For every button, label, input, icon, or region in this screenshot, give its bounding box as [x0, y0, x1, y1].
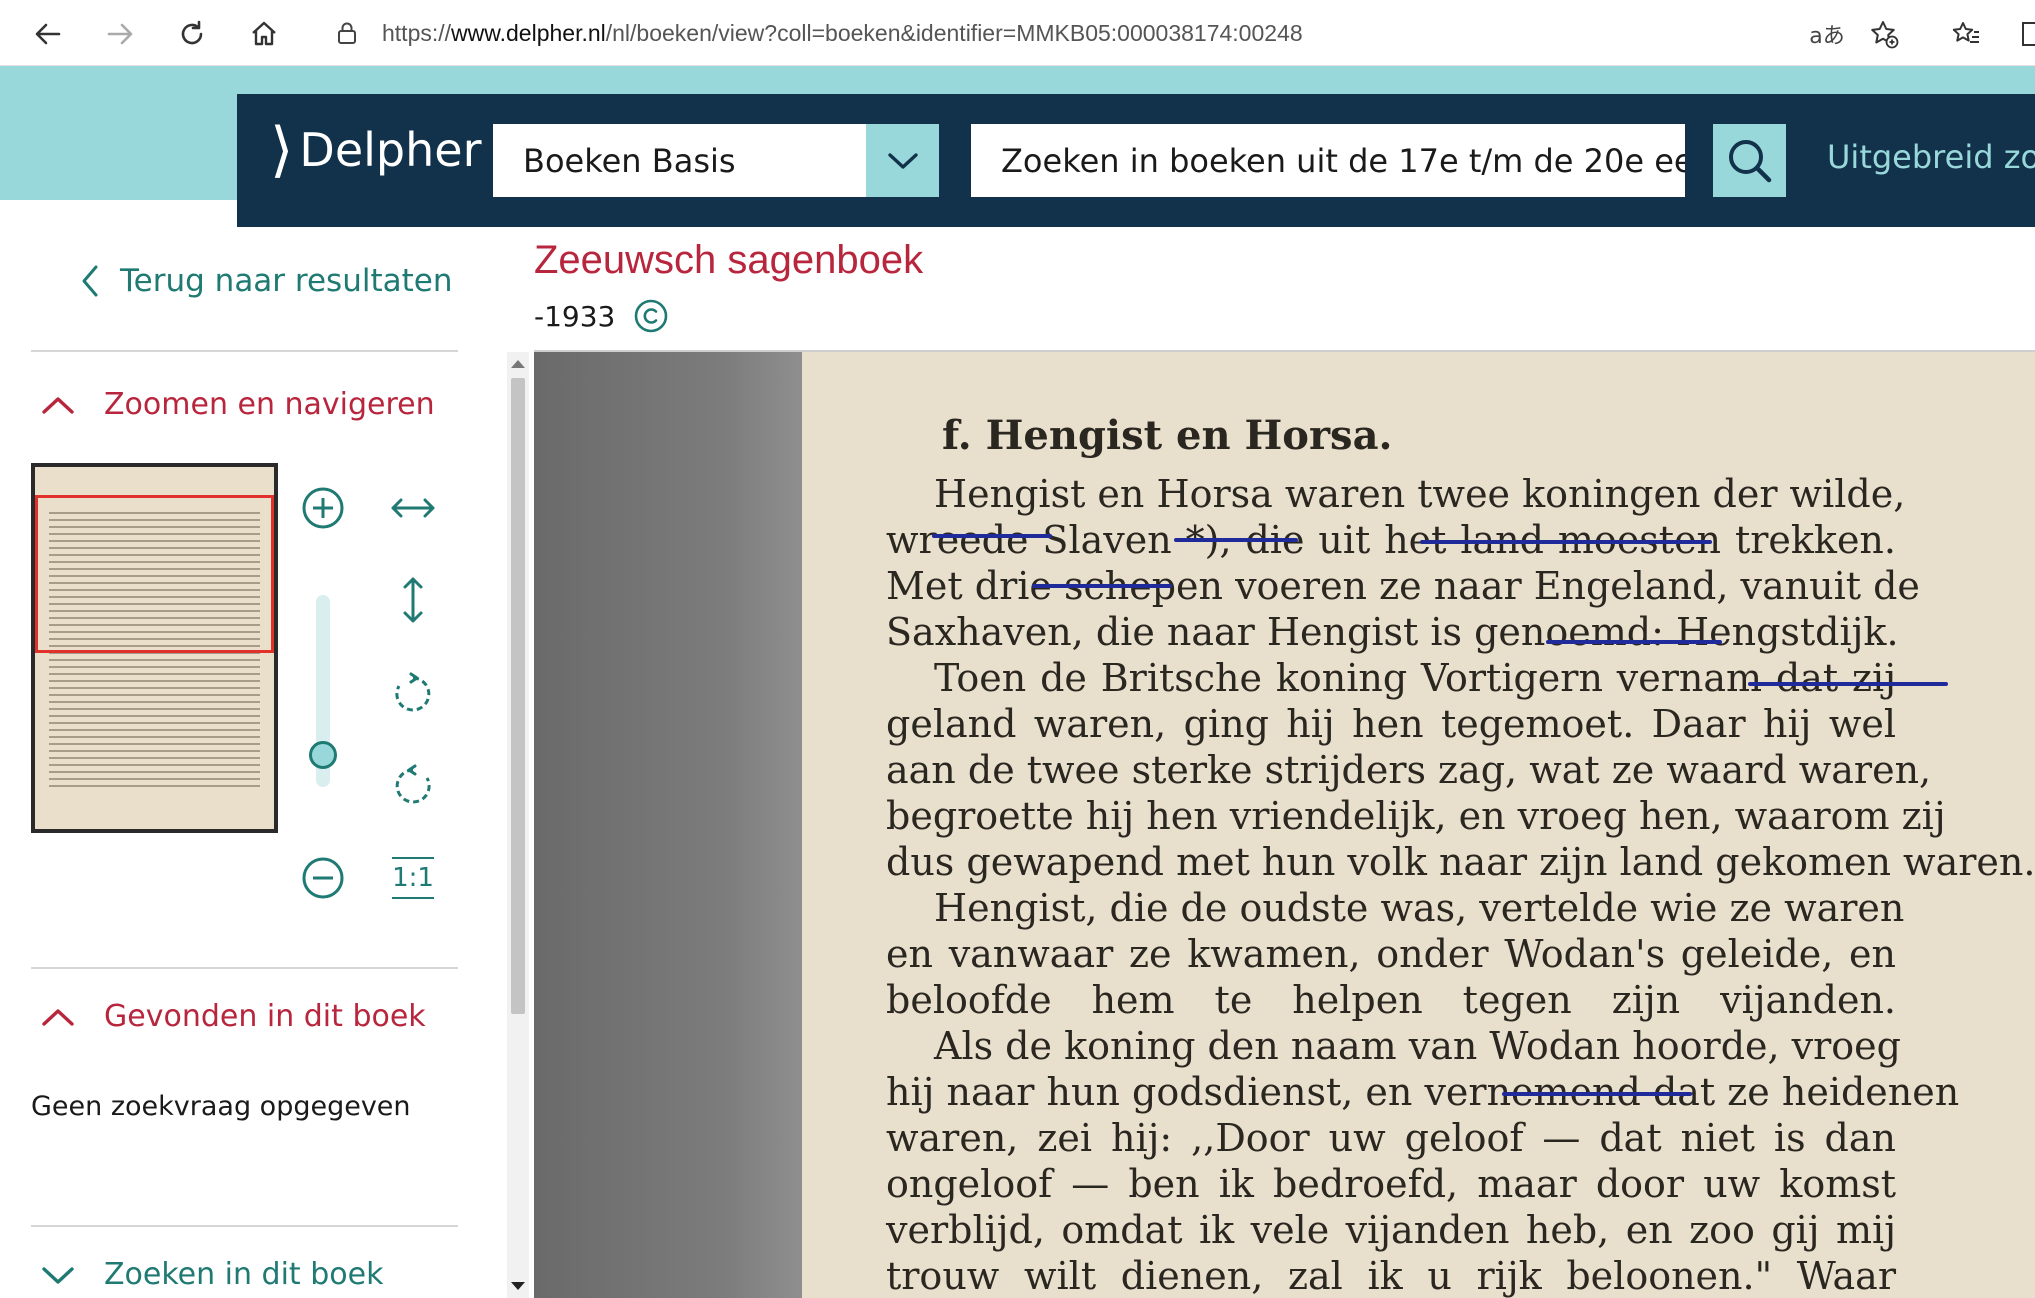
- address-bar[interactable]: https://www.delpher.nl/nl/boeken/view?co…: [312, 8, 1952, 58]
- url-text: https://www.delpher.nl/nl/boeken/view?co…: [382, 19, 1303, 46]
- delpher-logo[interactable]: ⟩ Delpher: [270, 120, 482, 180]
- reload-icon[interactable]: [170, 12, 214, 56]
- read-aloud-icon[interactable]: aあ: [1805, 12, 1849, 56]
- page-text-line: hij naar hun godsdienst, en vernemend da…: [886, 1070, 1960, 1114]
- page-text-line: ongeloof — ben ik bedroefd, maar door uw…: [886, 1162, 1896, 1206]
- found-in-book-toggle[interactable]: Gevonden in dit boek: [40, 999, 426, 1034]
- scroll-up-arrow-icon[interactable]: [511, 360, 525, 368]
- actual-size-button[interactable]: 1:1: [388, 853, 438, 903]
- collection-select-value: Boeken Basis: [523, 141, 736, 180]
- collection-select[interactable]: Boeken Basis: [493, 124, 939, 197]
- zoom-in-icon[interactable]: [298, 483, 348, 533]
- page-text-line: beloofde hem te helpen tegen zijn vijand…: [886, 978, 1896, 1022]
- zoom-navigate-toggle[interactable]: Zoomen en navigeren: [40, 387, 435, 422]
- sidebar: Terug naar resultaten Zoomen en navigere…: [0, 227, 490, 1298]
- favorites-icon[interactable]: [1944, 12, 1988, 56]
- ink-underline: [1420, 540, 1712, 544]
- search-in-book-toggle[interactable]: Zoeken in dit boek: [40, 1257, 383, 1292]
- rotate-left-icon[interactable]: [388, 761, 438, 811]
- page-text-line: Saxhaven, die naar Hengist is genoemd: H…: [886, 610, 1899, 654]
- logo-bracket-icon: ⟩: [270, 115, 294, 185]
- page-text-line: geland waren, ging hij hen tegemoet. Daa…: [886, 702, 1896, 746]
- site-header: ⟩ Delpher Boeken Basis Zoeken in boeken …: [237, 94, 2035, 227]
- back-arrow-icon[interactable]: [26, 12, 70, 56]
- viewport-frame[interactable]: [35, 495, 274, 653]
- ink-underline: [1502, 1092, 1692, 1096]
- ink-underline: [1032, 584, 1172, 588]
- sidebar-divider: [31, 1225, 458, 1227]
- lock-icon[interactable]: [334, 20, 360, 46]
- chevron-up-icon: [42, 1008, 74, 1026]
- page-viewer[interactable]: f. Hengist en Horsa. Hengist en Horsa wa…: [534, 350, 2035, 1298]
- page-text-line: trouw wilt dienen, zal ik u rijk beloone…: [886, 1254, 1896, 1298]
- fit-width-icon[interactable]: [388, 483, 438, 533]
- search-button[interactable]: [1713, 124, 1786, 197]
- zoom-slider-handle[interactable]: [309, 741, 337, 769]
- back-to-results-link[interactable]: Terug naar resultaten: [80, 263, 452, 299]
- scanned-page: f. Hengist en Horsa. Hengist en Horsa wa…: [802, 352, 2035, 1298]
- page-text-line: Als de koning den naam van Wodan hoorde,…: [934, 1024, 1901, 1068]
- page-thumbnail[interactable]: [31, 463, 278, 833]
- page-text-line: begroette hij hen vriendelijk, en vroeg …: [886, 794, 1946, 838]
- add-favorite-icon[interactable]: [1862, 12, 1906, 56]
- chevron-down-icon: [42, 1266, 74, 1284]
- chevron-up-icon: [42, 396, 74, 414]
- book-title: Zeeuwsch sagenboek: [534, 238, 924, 282]
- sidebar-divider: [31, 967, 458, 969]
- search-icon: [1728, 139, 1771, 182]
- ink-underline: [932, 534, 1052, 538]
- sidebar-divider: [31, 350, 458, 352]
- search-input[interactable]: Zoeken in boeken uit de 17e t/m de 20e e…: [971, 124, 1685, 197]
- ink-underline: [1174, 538, 1298, 542]
- copyright-icon[interactable]: [633, 298, 669, 334]
- page-text-line: Hengist en Horsa waren twee koningen der…: [934, 472, 1906, 516]
- page-heading: f. Hengist en Horsa.: [942, 412, 1393, 459]
- page-text-line: Hengist, die de oudste was, vertelde wie…: [934, 886, 1905, 930]
- home-icon[interactable]: [242, 12, 286, 56]
- page-text: f. Hengist en Horsa. Hengist en Horsa wa…: [886, 412, 2035, 1298]
- scrollbar-thumb[interactable]: [511, 378, 525, 1014]
- rotate-right-icon[interactable]: [388, 669, 438, 719]
- fit-height-icon[interactable]: [388, 575, 438, 625]
- book-year: -1933: [534, 298, 669, 334]
- zoom-out-icon[interactable]: [298, 853, 348, 903]
- ink-underline: [1546, 640, 1722, 644]
- forward-arrow-icon[interactable]: [98, 12, 142, 56]
- page-text-line: Toen de Britsche koning Vortigern vernam…: [934, 656, 1896, 700]
- browser-toolbar: https://www.delpher.nl/nl/boeken/view?co…: [0, 0, 2035, 66]
- advanced-search-link[interactable]: Uitgebreid zoe: [1827, 138, 2035, 176]
- ink-underline: [1748, 682, 1948, 686]
- page-text-line: verblijd, omdat ik vele vijanden heb, en…: [886, 1208, 1896, 1252]
- sidebar-scrollbar[interactable]: [507, 352, 529, 1298]
- browser-extension-icon[interactable]: [2010, 12, 2035, 56]
- chevron-left-icon: [82, 265, 98, 297]
- page-text-line: dus gewapend met hun volk naar zijn land…: [886, 840, 2035, 884]
- no-query-message: Geen zoekvraag opgegeven: [31, 1091, 411, 1122]
- scroll-down-arrow-icon[interactable]: [511, 1282, 525, 1290]
- page-text-line: en vanwaar ze kwamen, onder Wodan's gele…: [886, 932, 1896, 976]
- viewer-background: [534, 352, 804, 1298]
- page-text-line: aan de twee sterke strijders zag, wat ze…: [886, 748, 1932, 792]
- page-text-line: waren, zei hij: ,,Door uw geloof — dat n…: [886, 1116, 1896, 1160]
- chevron-down-icon[interactable]: [866, 124, 939, 197]
- page-text-line: wreede Slaven *), die uit het land moest…: [886, 518, 1896, 562]
